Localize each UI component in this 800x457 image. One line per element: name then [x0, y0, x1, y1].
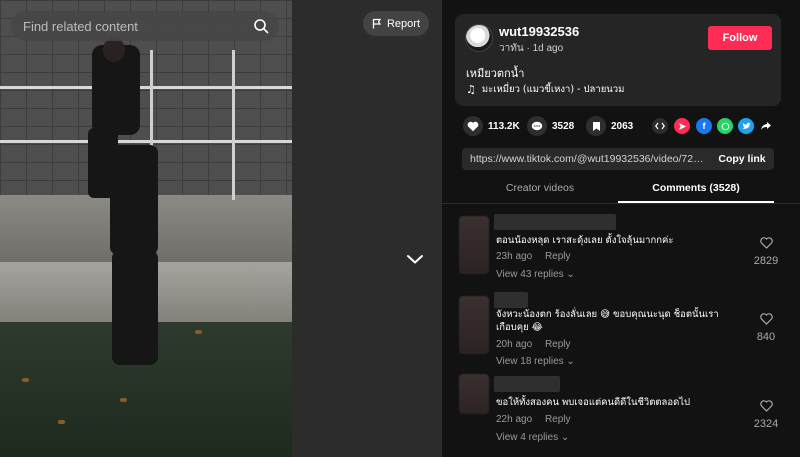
video-blurred-side [292, 0, 442, 457]
reply-button[interactable]: Reply [545, 339, 571, 350]
chevron-down-icon: ⌄ [566, 269, 575, 280]
video-person-hanging-legs [112, 250, 158, 365]
comment-meta: 20h ago Reply [496, 339, 571, 350]
save-count: 2063 [611, 120, 634, 132]
music-title[interactable]: มะเหมี่ยว (แมวขี้เหงา) - ปลายนวม [482, 82, 624, 97]
comment-item: ขอให้ทั้งสองคน พบเจอแต่คนดีดีในชีวิตตลอด… [442, 374, 800, 454]
video-frame[interactable] [0, 0, 292, 457]
tab-creator-videos[interactable]: Creator videos [462, 182, 618, 194]
chevron-down-icon [406, 250, 424, 269]
comment-meta: 22h ago Reply [496, 414, 571, 425]
report-button[interactable]: Report [363, 11, 429, 36]
comment-avatar[interactable] [459, 374, 489, 414]
save-action[interactable]: 2063 [586, 116, 633, 136]
comment-text: จังหวะน้องตก ร้องลั่นเลย 😅 ขอบคุณนะนุด ช… [496, 309, 719, 333]
reply-button[interactable]: Reply [545, 414, 571, 425]
copy-link-button[interactable]: Copy link [710, 148, 774, 170]
comment-time: 23h ago [496, 251, 533, 262]
comment-like-count: 2829 [753, 255, 779, 267]
comment-avatar[interactable] [459, 216, 489, 274]
comment-item: จังหวะน้องตก ร้องลั่นเลย 😅 ขอบคุณนะนุด ช… [442, 292, 800, 372]
bookmark-icon[interactable] [586, 116, 606, 136]
tabs-divider [442, 203, 800, 204]
comment-username-redacted [494, 376, 560, 392]
video-railing-post [232, 50, 235, 200]
author-username[interactable]: wut19932536 [499, 24, 579, 39]
comment-text: ขอให้ทั้งสองคน พบเจอแต่คนดีดีในชีวิตตลอด… [496, 397, 691, 408]
heart-outline-icon[interactable] [759, 234, 773, 253]
follow-button[interactable]: Follow [708, 26, 772, 50]
next-video-button[interactable] [404, 248, 426, 270]
post-time: 1d ago [532, 43, 564, 54]
chevron-down-icon: ⌄ [560, 432, 570, 443]
heart-icon[interactable] [463, 116, 483, 136]
view-replies-button[interactable]: View 43 replies ⌄ [496, 269, 575, 280]
comment-count: 3528 [552, 120, 575, 132]
tab-comments[interactable]: Comments (3528) [618, 182, 774, 194]
facebook-icon[interactable]: f [696, 118, 712, 134]
video-debris [22, 378, 29, 382]
view-replies-button[interactable]: View 4 replies ⌄ [496, 432, 569, 443]
comment-time: 20h ago [496, 339, 533, 350]
search-icon[interactable] [253, 18, 269, 34]
view-replies-label[interactable]: View 4 replies [496, 432, 558, 443]
comment-action[interactable]: 3528 [527, 116, 574, 136]
comment-like-button[interactable]: 2324 [752, 397, 780, 430]
flag-icon [372, 14, 382, 33]
view-replies-label[interactable]: View 43 replies [496, 269, 564, 280]
comment-item: ตอนน้องหลุด เราสะดุ้งเลย ตั้งใจลุ้นมากกค… [442, 212, 800, 287]
video-railing-bottom [0, 140, 292, 143]
search-bar[interactable]: Find related content [11, 11, 279, 41]
comment-time: 22h ago [496, 414, 533, 425]
comment-like-button[interactable]: 840 [752, 310, 780, 343]
heart-outline-icon[interactable] [759, 397, 773, 416]
embed-icon[interactable] [652, 118, 668, 134]
whatsapp-icon[interactable] [717, 118, 733, 134]
author-subline: วาทัน · 1d ago [499, 41, 563, 56]
comment-meta: 23h ago Reply [496, 251, 571, 262]
video-debris [58, 420, 65, 424]
video-person-head [103, 38, 125, 62]
author-display-name: วาทัน [499, 43, 524, 54]
share-arrow-icon[interactable] [758, 118, 774, 134]
video-debris [120, 398, 127, 402]
comment-icon[interactable] [527, 116, 547, 136]
video-debris [195, 330, 202, 334]
send-icon[interactable] [674, 118, 690, 134]
comment-username-redacted [494, 214, 616, 230]
heart-outline-icon[interactable] [759, 310, 773, 329]
video-railing-top [0, 86, 292, 89]
video-player[interactable]: Find related content Report [0, 0, 442, 457]
comment-like-button[interactable]: 2829 [752, 234, 780, 267]
comment-username-redacted [494, 292, 528, 308]
twitter-icon[interactable] [738, 118, 754, 134]
view-replies-button[interactable]: View 18 replies ⌄ [496, 356, 575, 367]
comment-avatar[interactable] [459, 296, 489, 354]
comment-text: ตอนน้องหลุด เราสะดุ้งเลย ตั้งใจลุ้นมากกค… [496, 235, 674, 246]
music-link[interactable]: ♫ มะเหมี่ยว (แมวขี้เหงา) - ปลายนวม [466, 82, 624, 97]
comment-like-count: 2324 [753, 418, 779, 430]
active-tab-indicator [618, 201, 774, 203]
comment-like-count: 840 [756, 331, 776, 343]
avatar[interactable] [465, 24, 493, 52]
music-note-icon: ♫ [466, 83, 476, 96]
post-caption: เหมียวตกน้ำ [466, 67, 525, 80]
view-replies-label[interactable]: View 18 replies [496, 356, 564, 367]
video-url[interactable]: https://www.tiktok.com/@wut19932536/vide… [470, 153, 708, 165]
chevron-down-icon: ⌄ [566, 356, 575, 367]
search-input[interactable]: Find related content [23, 19, 253, 34]
video-person-hanging [110, 145, 158, 255]
like-action[interactable]: 113.2K [463, 116, 520, 136]
like-count: 113.2K [488, 120, 520, 132]
report-label: Report [386, 17, 421, 30]
reply-button[interactable]: Reply [545, 251, 571, 262]
